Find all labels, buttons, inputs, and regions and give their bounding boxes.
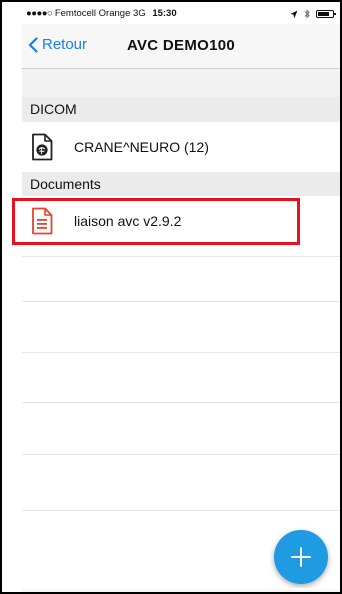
- section-header-dicom: DICOM: [22, 97, 340, 122]
- add-button[interactable]: [274, 530, 328, 584]
- list-item-label: CRANE^NEURO (12): [74, 139, 209, 155]
- list-item-label: liaison avc v2.9.2: [74, 213, 182, 229]
- plus-icon: [291, 547, 311, 567]
- row-separator: [22, 402, 340, 403]
- table-top-gap: [22, 69, 340, 97]
- signal-strength-icon: ●●●●○: [26, 8, 53, 19]
- navigation-bar: Retour AVC DEMO100: [22, 24, 340, 69]
- battery-icon: [316, 10, 336, 18]
- page-title: AVC DEMO100: [126, 37, 236, 54]
- status-bar: ●●●●○ Femtocell Orange 3G 15:30: [22, 4, 340, 24]
- brain-scan-document-icon: [32, 133, 53, 161]
- row-separator: [22, 256, 340, 257]
- red-document-icon: [32, 207, 53, 235]
- list-item-liaison-avc[interactable]: liaison avc v2.9.2: [22, 199, 340, 243]
- bottom-shadow: [22, 588, 340, 592]
- carrier-name: Femtocell Orange: [54, 8, 131, 19]
- bluetooth-icon: [304, 9, 310, 19]
- phone-screen: ●●●●○ Femtocell Orange 3G 15:30 Retour A…: [12, 4, 340, 592]
- location-arrow-icon: [290, 10, 298, 18]
- row-separator: [22, 510, 340, 511]
- status-left: ●●●●○ Femtocell Orange 3G 15:30: [26, 8, 177, 19]
- list-item-crane-neuro[interactable]: CRANE^NEURO (12): [22, 122, 340, 172]
- status-right: [290, 7, 336, 21]
- network-type: 3G: [133, 8, 146, 19]
- row-separator: [22, 352, 340, 353]
- battery-nub: [334, 13, 336, 15]
- section-header-documents: Documents: [22, 172, 340, 196]
- screenshot-frame: ●●●●○ Femtocell Orange 3G 15:30 Retour A…: [0, 0, 342, 594]
- status-time: 15:30: [152, 8, 177, 19]
- row-separator: [22, 301, 340, 302]
- row-separator: [22, 454, 340, 455]
- battery-fill: [318, 12, 329, 16]
